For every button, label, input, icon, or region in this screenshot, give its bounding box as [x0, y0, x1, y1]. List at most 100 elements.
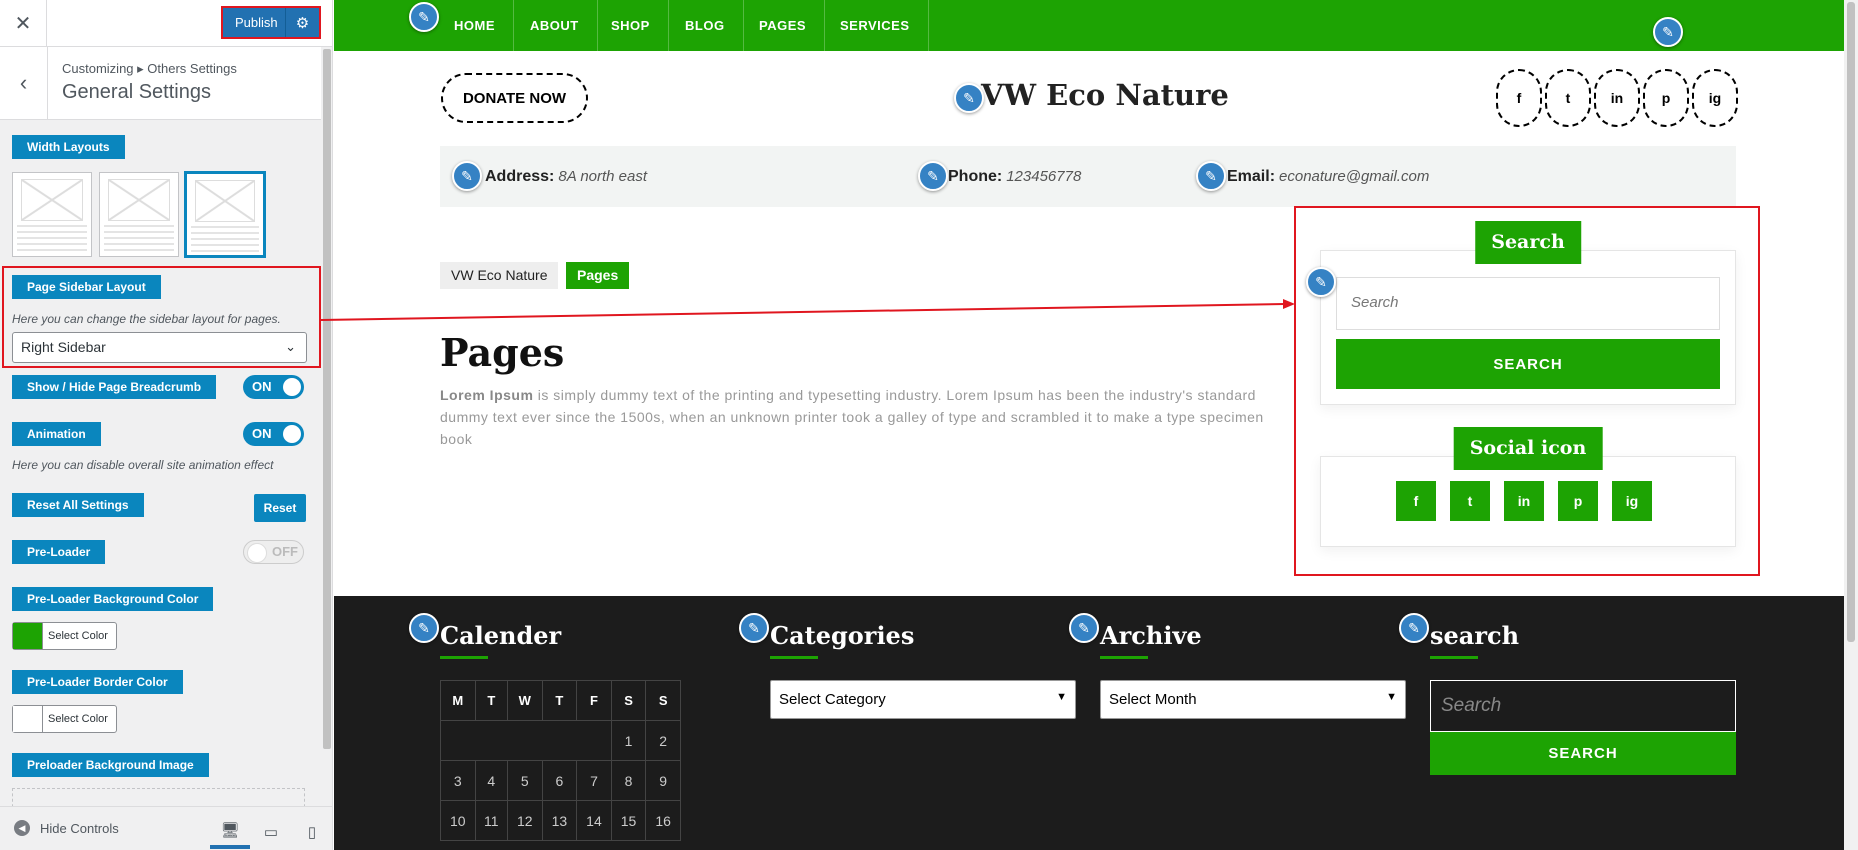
email-info: Email: econature@gmail.com [1227, 168, 1429, 186]
category-select[interactable]: Select Category ▼ [770, 680, 1076, 719]
calendar-day-header: S [610, 680, 647, 721]
categories-title: Categories [770, 621, 915, 650]
title-underline [770, 656, 818, 659]
footer-search-input[interactable]: Search [1430, 680, 1736, 732]
width-layout-full-option[interactable] [12, 172, 92, 257]
back-button[interactable]: ‹ [0, 47, 48, 119]
customizer-footer: ◀ Hide Controls 🖥 ▭ ▯ [0, 806, 332, 850]
breadcrumb-home-link[interactable]: VW Eco Nature [440, 262, 559, 289]
collapse-icon: ◀ [14, 820, 30, 836]
width-layout-boxed-option[interactable] [185, 172, 265, 257]
nav-item-blog[interactable]: BLOG [667, 0, 744, 51]
twitter-icon[interactable]: t [1450, 481, 1490, 521]
preloader-border-color-picker[interactable]: Select Color [12, 705, 117, 733]
chevron-down-icon: ▼ [1056, 691, 1067, 703]
edit-pencil-icon[interactable]: ✎ [954, 83, 984, 113]
preloader-bg-image-label: Preloader Background Image [12, 753, 209, 777]
reset-button[interactable]: Reset [254, 494, 306, 522]
color-swatch [13, 706, 43, 732]
section-title: General Settings [62, 81, 211, 103]
phone-value: 123456778 [1006, 168, 1082, 185]
nav-item-about[interactable]: ABOUT [512, 0, 598, 51]
chevron-down-icon: ▼ [1386, 691, 1397, 703]
edit-pencil-icon[interactable]: ✎ [1069, 613, 1099, 643]
title-underline [440, 656, 488, 659]
sidebar-layout-select[interactable]: Right Sidebar ⌄ [12, 332, 307, 363]
nav-item-home[interactable]: HOME [436, 0, 514, 51]
calendar-day: 14 [576, 800, 612, 841]
donate-now-button[interactable]: DONATE NOW [441, 73, 588, 123]
search-widget-title: Search [1475, 221, 1581, 264]
calendar-day: 16 [645, 800, 681, 841]
calendar-day-header: S [645, 680, 681, 721]
publish-settings-gear-icon[interactable]: ⚙ [285, 8, 319, 37]
hide-controls-button[interactable]: ◀ Hide Controls [14, 820, 119, 836]
instagram-icon[interactable]: ig [1612, 481, 1652, 521]
breadcrumb-toggle[interactable]: ON [243, 375, 304, 399]
archive-select[interactable]: Select Month ▼ [1100, 680, 1406, 719]
calendar-day-header: T [541, 680, 578, 721]
customizer-breadcrumb: Customizing ▸ Others Settings [62, 61, 237, 76]
instagram-icon[interactable]: ig [1692, 69, 1738, 127]
publish-button-group: Publish ⚙ [221, 6, 321, 39]
search-button[interactable]: SEARCH [1336, 339, 1720, 389]
calendar-day: 6 [541, 760, 578, 801]
tablet-preview-icon[interactable]: ▭ [251, 815, 291, 849]
twitter-icon[interactable]: t [1545, 69, 1591, 127]
calendar-day: 9 [645, 760, 681, 801]
footer-search-button[interactable]: SEARCH [1430, 732, 1736, 775]
preloader-bg-color-label: Pre-Loader Background Color [12, 587, 214, 611]
pinterest-icon[interactable]: p [1643, 69, 1689, 127]
nav-item-services[interactable]: SERVICES [822, 0, 929, 51]
customizer-panel: ✕ Publish ⚙ ‹ Customizing ▸ Others Setti… [0, 0, 333, 850]
facebook-icon[interactable]: f [1396, 481, 1436, 521]
nav-item-shop[interactable]: SHOP [593, 0, 669, 51]
width-layouts-label: Width Layouts [12, 135, 125, 159]
edit-pencil-icon[interactable]: ✎ [1196, 161, 1226, 191]
search-input[interactable]: Search [1336, 277, 1720, 330]
sidebar-layout-description: Here you can change the sidebar layout f… [12, 312, 281, 326]
address-info: Address: 8A north east [485, 168, 647, 186]
preloader-toggle[interactable]: OFF [243, 540, 304, 564]
width-layout-contained-option[interactable] [99, 172, 179, 257]
linkedin-icon[interactable]: in [1594, 69, 1640, 127]
preloader-bg-color-picker[interactable]: Select Color [12, 622, 117, 650]
publish-button[interactable]: Publish [223, 15, 285, 30]
close-icon: ✕ [14, 13, 32, 35]
linkedin-icon[interactable]: in [1504, 481, 1544, 521]
edit-pencil-icon[interactable]: ✎ [918, 161, 948, 191]
nav-item-pages[interactable]: PAGES [741, 0, 826, 51]
calendar-day: 3 [440, 760, 476, 801]
edit-pencil-icon[interactable]: ✎ [452, 161, 482, 191]
calendar-day: 10 [440, 800, 476, 841]
site-preview: ✎ HOME ABOUT SHOP BLOG PAGES SERVICES ✎ … [334, 0, 1844, 850]
edit-pencil-icon[interactable]: ✎ [1306, 267, 1336, 297]
email-label: Email: [1227, 168, 1276, 185]
calendar-day-header: F [576, 680, 612, 721]
site-title[interactable]: VW Eco Nature [981, 78, 1229, 112]
chevron-down-icon: ⌄ [285, 339, 296, 354]
panel-scrollbar[interactable] [321, 47, 332, 806]
calendar-day-header: M [440, 680, 476, 721]
edit-pencil-icon[interactable]: ✎ [739, 613, 769, 643]
sidebar-layout-value: Right Sidebar [21, 339, 106, 355]
edit-pencil-icon[interactable]: ✎ [409, 2, 439, 32]
calendar-day: 12 [507, 800, 543, 841]
close-customizer-button[interactable]: ✕ [0, 0, 47, 47]
section-header: ‹ Customizing ▸ Others Settings General … [0, 47, 332, 120]
edit-pencil-icon[interactable]: ✎ [1399, 613, 1429, 643]
edit-pencil-icon[interactable]: ✎ [409, 613, 439, 643]
phone-label: Phone: [948, 168, 1003, 185]
animation-toggle[interactable]: ON [243, 422, 304, 446]
facebook-icon[interactable]: f [1496, 69, 1542, 127]
mobile-preview-icon[interactable]: ▯ [292, 815, 332, 849]
select-color-label: Select Color [48, 630, 108, 642]
desktop-preview-icon[interactable]: 🖥 [210, 815, 250, 849]
social-icon-widget: Social icon f t in p ig [1320, 427, 1736, 547]
calendar-day-header: T [474, 680, 509, 721]
edit-pencil-icon[interactable]: ✎ [1653, 17, 1683, 47]
calendar-day: 4 [474, 760, 509, 801]
pinterest-icon[interactable]: p [1558, 481, 1598, 521]
preview-scrollbar[interactable] [1844, 0, 1858, 850]
calendar-day-header: W [507, 680, 543, 721]
